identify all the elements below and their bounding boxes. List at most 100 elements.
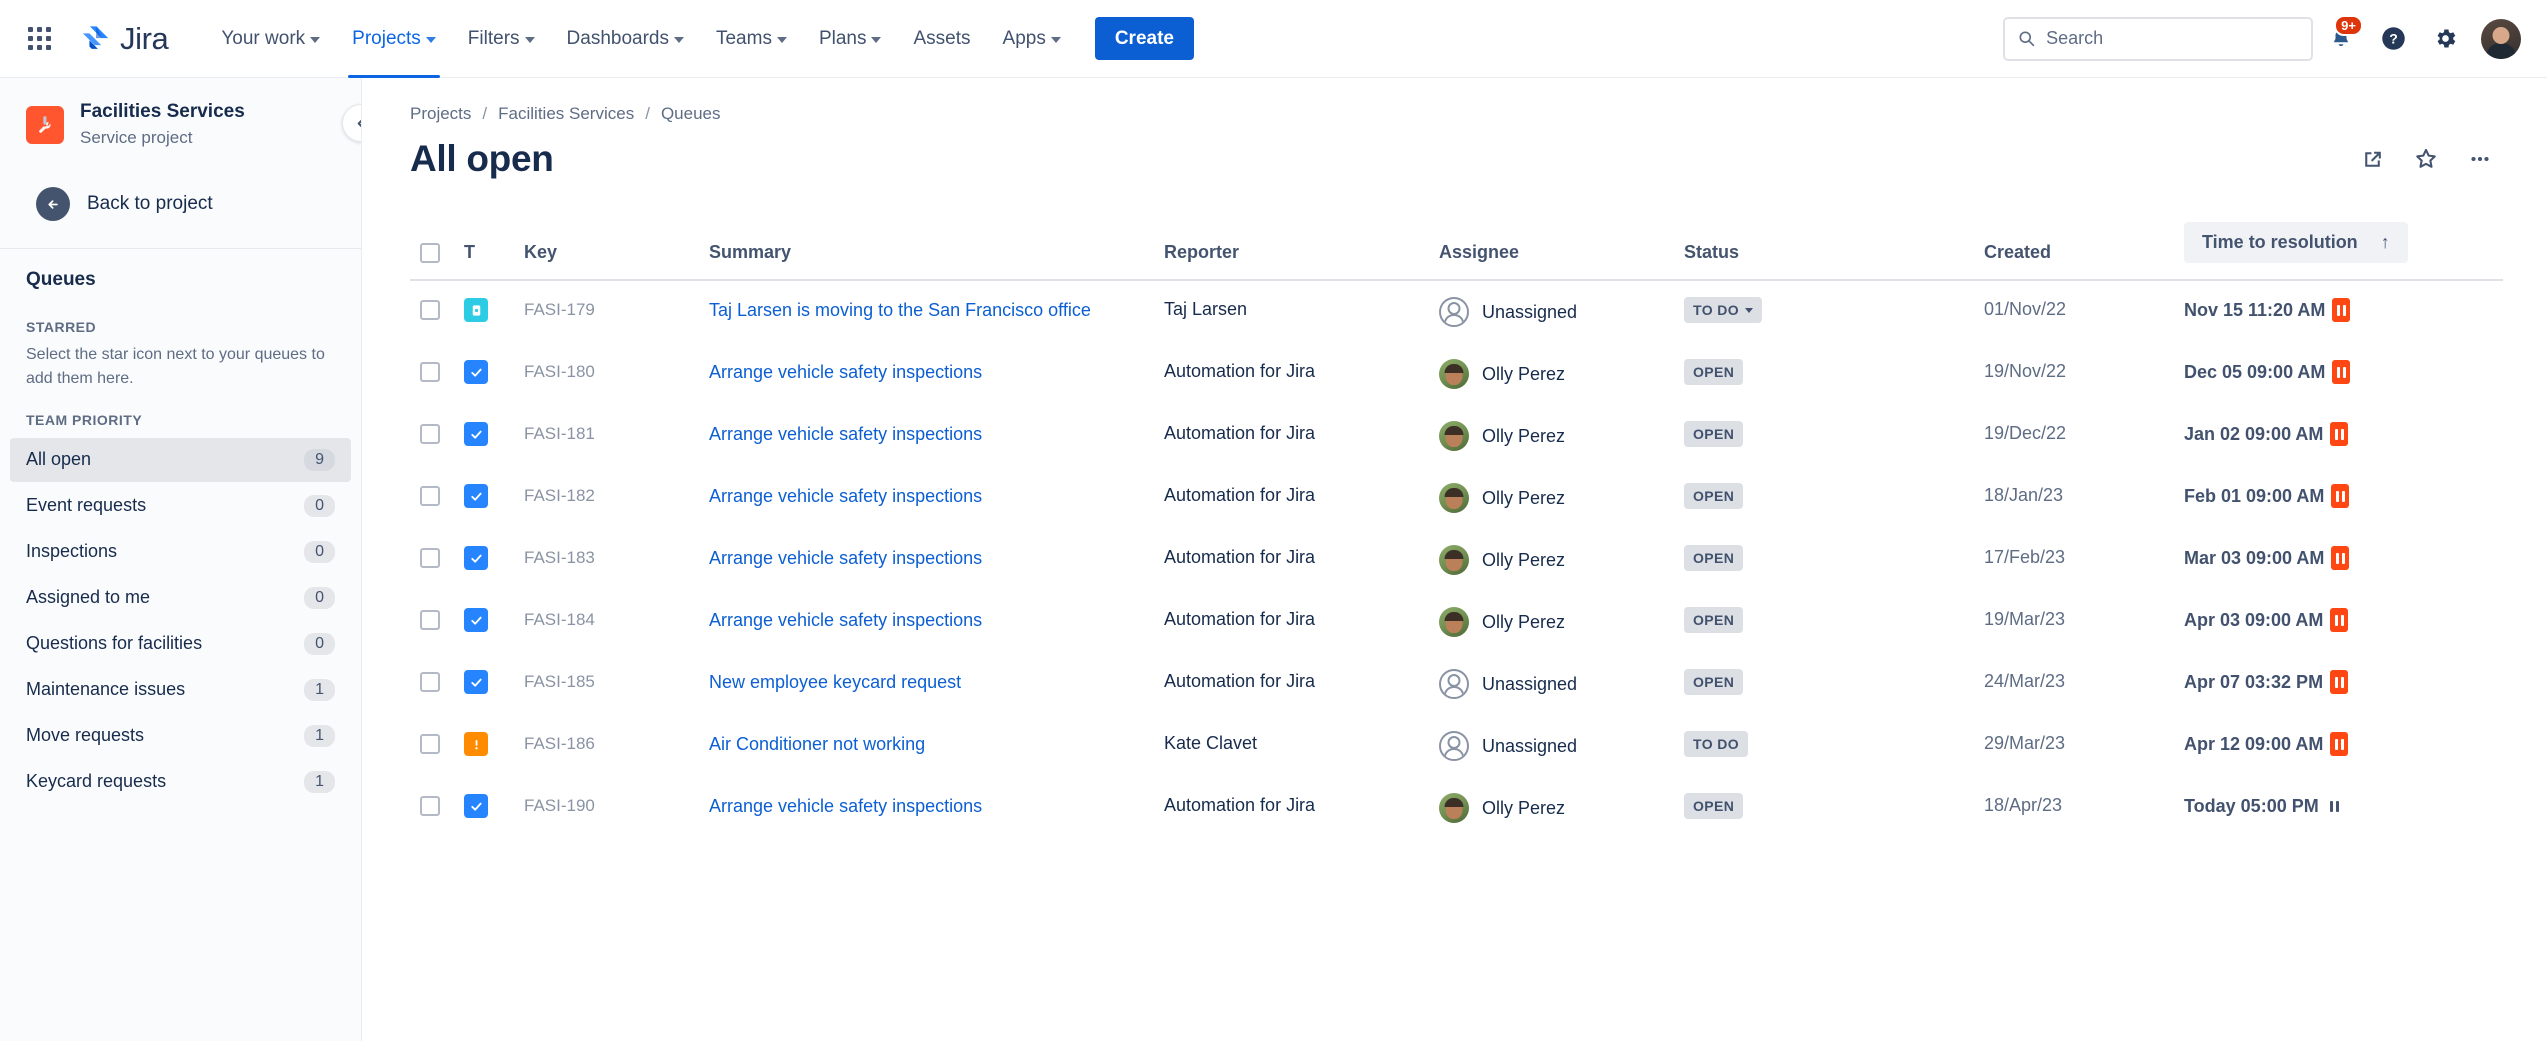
status-badge[interactable]: TO DO bbox=[1684, 297, 1762, 323]
help-button[interactable]: ? bbox=[2369, 15, 2417, 63]
table-row[interactable]: FASI-180 Arrange vehicle safety inspecti… bbox=[410, 343, 2503, 405]
row-select-cell[interactable] bbox=[410, 467, 454, 529]
breadcrumb-projects[interactable]: Projects bbox=[410, 104, 471, 124]
row-summary-link[interactable]: Arrange vehicle safety inspections bbox=[709, 359, 982, 385]
row-summary-link[interactable]: Air Conditioner not working bbox=[709, 731, 925, 757]
row-checkbox[interactable] bbox=[420, 362, 440, 382]
status-badge[interactable]: OPEN bbox=[1684, 545, 1743, 571]
nav-item-assets[interactable]: Assets bbox=[899, 16, 984, 62]
row-checkbox[interactable] bbox=[420, 424, 440, 444]
search-input[interactable] bbox=[2046, 28, 2298, 49]
status-badge[interactable]: TO DO bbox=[1684, 731, 1748, 757]
more-actions-button[interactable] bbox=[2457, 136, 2503, 182]
column-header-assignee[interactable]: Assignee bbox=[1429, 212, 1674, 280]
row-summary-link[interactable]: Arrange vehicle safety inspections bbox=[709, 607, 982, 633]
sidebar-item-keycard-requests[interactable]: Keycard requests 1 bbox=[10, 760, 351, 804]
sidebar-item-move-requests[interactable]: Move requests 1 bbox=[10, 714, 351, 758]
row-key[interactable]: FASI-186 bbox=[514, 715, 699, 777]
app-switcher-button[interactable] bbox=[18, 18, 60, 60]
row-checkbox[interactable] bbox=[420, 300, 440, 320]
search-box[interactable] bbox=[2003, 17, 2313, 61]
column-header-created[interactable]: Created bbox=[1974, 212, 2174, 280]
status-badge[interactable]: OPEN bbox=[1684, 669, 1743, 695]
table-row[interactable]: FASI-186 Air Conditioner not working Kat… bbox=[410, 715, 2503, 777]
row-summary-link[interactable]: Arrange vehicle safety inspections bbox=[709, 793, 982, 819]
sidebar-item-event-requests[interactable]: Event requests 0 bbox=[10, 484, 351, 528]
row-key[interactable]: FASI-180 bbox=[514, 343, 699, 405]
row-select-cell[interactable] bbox=[410, 777, 454, 839]
table-row[interactable]: FASI-184 Arrange vehicle safety inspecti… bbox=[410, 591, 2503, 653]
status-label: OPEN bbox=[1693, 674, 1734, 690]
column-header-type[interactable]: T bbox=[454, 212, 514, 280]
row-key[interactable]: FASI-185 bbox=[514, 653, 699, 715]
sidebar-item-assigned-to-me[interactable]: Assigned to me 0 bbox=[10, 576, 351, 620]
sidebar-item-maintenance-issues[interactable]: Maintenance issues 1 bbox=[10, 668, 351, 712]
row-key[interactable]: FASI-181 bbox=[514, 405, 699, 467]
row-summary-link[interactable]: Arrange vehicle safety inspections bbox=[709, 421, 982, 447]
column-header-status[interactable]: Status bbox=[1674, 212, 1974, 280]
column-header-select-all[interactable] bbox=[410, 212, 454, 280]
row-key[interactable]: FASI-190 bbox=[514, 777, 699, 839]
column-header-key[interactable]: Key bbox=[514, 212, 699, 280]
nav-item-apps[interactable]: Apps bbox=[989, 16, 1075, 62]
nav-item-teams[interactable]: Teams bbox=[702, 16, 801, 62]
column-header-summary[interactable]: Summary bbox=[699, 212, 1154, 280]
status-badge[interactable]: OPEN bbox=[1684, 359, 1743, 385]
row-checkbox[interactable] bbox=[420, 796, 440, 816]
row-checkbox[interactable] bbox=[420, 548, 440, 568]
status-badge[interactable]: OPEN bbox=[1684, 793, 1743, 819]
breadcrumb-facilities-services[interactable]: Facilities Services bbox=[498, 104, 634, 124]
status-badge[interactable]: OPEN bbox=[1684, 421, 1743, 447]
nav-item-filters[interactable]: Filters bbox=[454, 16, 549, 62]
row-select-cell[interactable] bbox=[410, 591, 454, 653]
sidebar-item-all-open[interactable]: All open 9 bbox=[10, 438, 351, 482]
project-header[interactable]: Facilities Services Service project bbox=[0, 78, 361, 158]
column-header-time-to-resolution[interactable]: Time to resolution ↑ bbox=[2174, 212, 2503, 280]
column-header-reporter[interactable]: Reporter bbox=[1154, 212, 1429, 280]
table-row[interactable]: FASI-190 Arrange vehicle safety inspecti… bbox=[410, 777, 2503, 839]
table-row[interactable]: FASI-179 Taj Larsen is moving to the San… bbox=[410, 280, 2503, 343]
row-select-cell[interactable] bbox=[410, 529, 454, 591]
row-select-cell[interactable] bbox=[410, 653, 454, 715]
chevron-down-icon bbox=[1051, 37, 1061, 43]
row-checkbox[interactable] bbox=[420, 734, 440, 754]
row-key[interactable]: FASI-179 bbox=[514, 280, 699, 343]
row-select-cell[interactable] bbox=[410, 280, 454, 343]
notifications-button[interactable]: 9+ bbox=[2317, 15, 2365, 63]
table-row[interactable]: FASI-185 New employee keycard request Au… bbox=[410, 653, 2503, 715]
row-select-cell[interactable] bbox=[410, 343, 454, 405]
row-summary-link[interactable]: Arrange vehicle safety inspections bbox=[709, 483, 982, 509]
select-all-checkbox[interactable] bbox=[420, 243, 440, 263]
sidebar-item-questions-for-facilities[interactable]: Questions for facilities 0 bbox=[10, 622, 351, 666]
sidebar-item-inspections[interactable]: Inspections 0 bbox=[10, 530, 351, 574]
row-key[interactable]: FASI-183 bbox=[514, 529, 699, 591]
breadcrumb-queues[interactable]: Queues bbox=[661, 104, 721, 124]
row-summary-link[interactable]: Arrange vehicle safety inspections bbox=[709, 545, 982, 571]
nav-item-dashboards[interactable]: Dashboards bbox=[553, 16, 698, 62]
star-button[interactable] bbox=[2403, 136, 2449, 182]
sla-paused-icon bbox=[2331, 546, 2349, 570]
row-checkbox[interactable] bbox=[420, 486, 440, 506]
row-checkbox[interactable] bbox=[420, 672, 440, 692]
back-to-project-button[interactable]: Back to project bbox=[10, 178, 351, 230]
row-checkbox[interactable] bbox=[420, 610, 440, 630]
row-select-cell[interactable] bbox=[410, 405, 454, 467]
nav-item-projects[interactable]: Projects bbox=[338, 16, 450, 62]
settings-button[interactable] bbox=[2421, 15, 2469, 63]
create-button[interactable]: Create bbox=[1095, 17, 1194, 60]
table-row[interactable]: FASI-181 Arrange vehicle safety inspecti… bbox=[410, 405, 2503, 467]
nav-item-your-work[interactable]: Your work bbox=[207, 16, 334, 62]
row-select-cell[interactable] bbox=[410, 715, 454, 777]
status-badge[interactable]: OPEN bbox=[1684, 483, 1743, 509]
status-badge[interactable]: OPEN bbox=[1684, 607, 1743, 633]
export-button[interactable] bbox=[2349, 136, 2395, 182]
table-row[interactable]: FASI-182 Arrange vehicle safety inspecti… bbox=[410, 467, 2503, 529]
nav-item-plans[interactable]: Plans bbox=[805, 16, 896, 62]
table-row[interactable]: FASI-183 Arrange vehicle safety inspecti… bbox=[410, 529, 2503, 591]
row-summary-link[interactable]: Taj Larsen is moving to the San Francisc… bbox=[709, 297, 1091, 323]
jira-home-link[interactable]: Jira bbox=[74, 16, 175, 62]
row-summary-link[interactable]: New employee keycard request bbox=[709, 669, 961, 695]
row-key[interactable]: FASI-184 bbox=[514, 591, 699, 653]
row-key[interactable]: FASI-182 bbox=[514, 467, 699, 529]
user-avatar-button[interactable] bbox=[2481, 19, 2521, 59]
